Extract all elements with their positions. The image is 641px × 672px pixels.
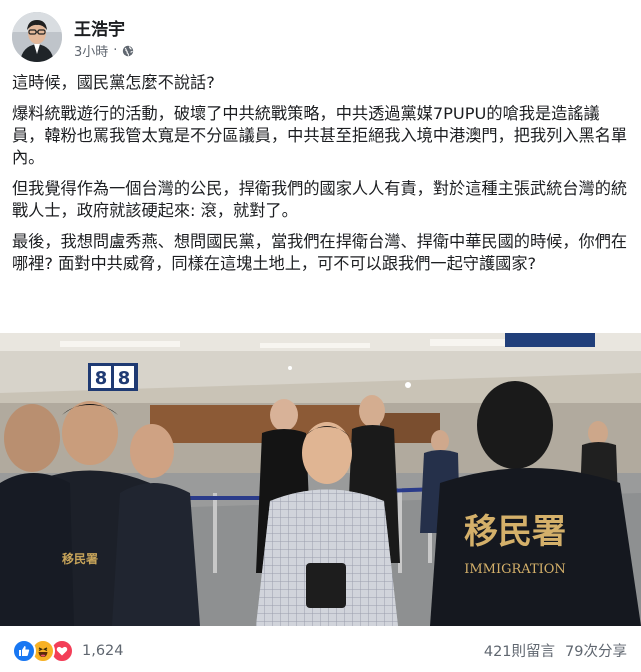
post-stats: 421則留言 79次分享	[484, 640, 627, 661]
share-count[interactable]: 79次分享	[565, 640, 627, 661]
like-icon	[12, 639, 36, 663]
post-header: 王浩宇 3小時 ·	[12, 12, 629, 64]
post-paragraph: 但我覺得作為一個台灣的公民，捍衛我們的國家人人有責，對於這種主張武統台灣的統戰人…	[12, 179, 628, 220]
globe-icon[interactable]	[122, 45, 134, 57]
author-name[interactable]: 王浩宇	[74, 15, 125, 40]
post-paragraph: 這時候，國民黨怎麼不說話?	[12, 73, 215, 92]
avatar[interactable]	[12, 12, 62, 62]
vest-text-en: IMMIGRATION	[464, 562, 566, 577]
reaction-count[interactable]: 1,624	[82, 643, 124, 659]
post-footer: 1,624 421則留言 79次分享	[0, 626, 641, 672]
gate-sign-text-2: 8	[118, 368, 131, 389]
post-meta: 3小時 ·	[74, 41, 134, 60]
reactions-summary[interactable]: 1,624	[12, 639, 124, 663]
meta-separator: ·	[113, 43, 118, 58]
post-timestamp[interactable]: 3小時	[74, 41, 108, 60]
post-photo[interactable]: 8 8 移民署 移民署 IMMIGRATION	[0, 333, 641, 626]
post-paragraph: 爆料統戰遊行的活動，破壞了中共統戰策略，中共透過黨媒7PUPU的嗆我是造謠議員，…	[12, 104, 628, 167]
post-text: 這時候，國民黨怎麼不說話? 爆料統戰遊行的活動，破壞了中共統戰策略，中共透過黨媒…	[12, 72, 632, 284]
left-vest-text: 移民署	[62, 551, 98, 566]
comment-count[interactable]: 421則留言	[484, 640, 555, 661]
airport-scene-image: 8 8 移民署 移民署 IMMIGRATION	[0, 333, 641, 626]
post-paragraph: 最後，我想問盧秀燕、想問國民黨，當我們在捍衛台灣、捍衛中華民國的時候，你們在哪裡…	[12, 232, 628, 273]
gate-sign-text-1: 8	[95, 368, 108, 389]
avatar-image	[12, 12, 62, 62]
vest-text: 移民署	[464, 512, 566, 552]
